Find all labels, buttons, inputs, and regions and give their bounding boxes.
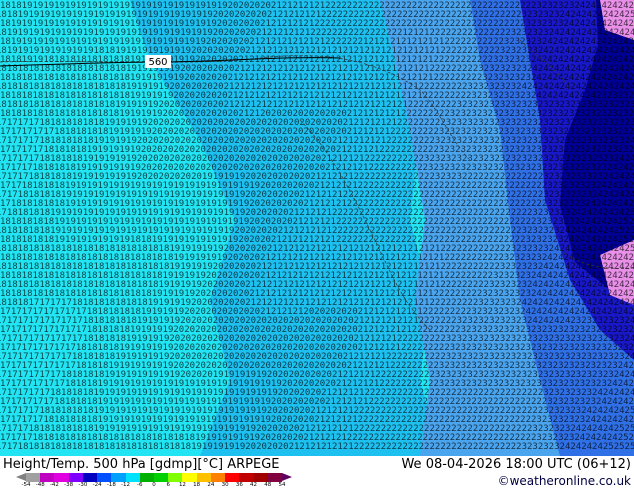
map-title: Height/Temp. 500 hPa [gdmp][°C] ARPEGE	[3, 457, 280, 472]
legend-swatch	[26, 473, 41, 482]
legend-label: -42	[49, 482, 59, 488]
legend-label: -18	[106, 482, 116, 488]
legend-label: 6	[166, 482, 170, 488]
legend-swatch	[267, 473, 282, 482]
legend-label: 0	[152, 482, 156, 488]
legend-swatch	[239, 473, 254, 482]
credit-link[interactable]: ©weatheronline.co.uk	[498, 474, 631, 488]
legend-swatch	[68, 473, 83, 482]
legend-swatch	[97, 473, 112, 482]
map-footer: Height/Temp. 500 hPa [gdmp][°C] ARPEGE W…	[0, 456, 634, 490]
legend-swatch	[225, 473, 240, 482]
legend-label: 54	[278, 482, 286, 488]
legend-swatch	[182, 473, 197, 482]
color-legend: -54 -48 -42 -38 -30 -24 -18 -12 -6 0 6 12 18 24 30 36 42…	[16, 473, 292, 489]
legend-swatch	[40, 473, 55, 482]
legend-label: 12	[178, 482, 186, 488]
legend-swatch	[139, 473, 154, 482]
legend-swatch	[196, 473, 211, 482]
legend-label: -54	[21, 482, 31, 488]
legend-swatch	[82, 473, 98, 482]
legend-label: 30	[221, 482, 229, 488]
digit-row: 1717181818181818181818181818181818181919…	[0, 442, 634, 452]
legend-color-bar	[26, 473, 282, 482]
legend-label: 42	[250, 482, 258, 488]
legend-labels: -54 -48 -42 -38 -30 -24 -18 -12 -6 0 6 12 18 24 30 36 42…	[22, 482, 286, 489]
legend-swatch	[210, 473, 226, 482]
valid-time: We 08-04-2026 18:00 UTC (06+12)	[401, 457, 631, 472]
legend-arrow-left-icon	[16, 473, 26, 481]
legend-label: -12	[121, 482, 131, 488]
legend-swatch	[54, 473, 69, 482]
legend-swatch	[253, 473, 268, 482]
legend-label: -24	[92, 482, 102, 488]
weather-map: 1818191919191919191919191919191919191919…	[0, 0, 634, 456]
legend-label: -30	[78, 482, 88, 488]
legend-label: 48	[264, 482, 272, 488]
legend-label: 24	[207, 482, 215, 488]
legend-swatch	[125, 473, 140, 482]
legend-label: -38	[64, 482, 74, 488]
legend-label: 36	[235, 482, 243, 488]
legend-label: -6	[137, 482, 143, 488]
legend-swatch	[153, 473, 169, 482]
legend-label: 18	[193, 482, 201, 488]
contour-label: 560	[148, 57, 167, 68]
legend-swatch	[168, 473, 183, 482]
digit-field: 1818191919191919191919191919191919191919…	[0, 1, 634, 452]
legend-label: -48	[35, 482, 45, 488]
legend-swatch	[111, 473, 126, 482]
legend-arrow-right-icon	[282, 473, 292, 481]
